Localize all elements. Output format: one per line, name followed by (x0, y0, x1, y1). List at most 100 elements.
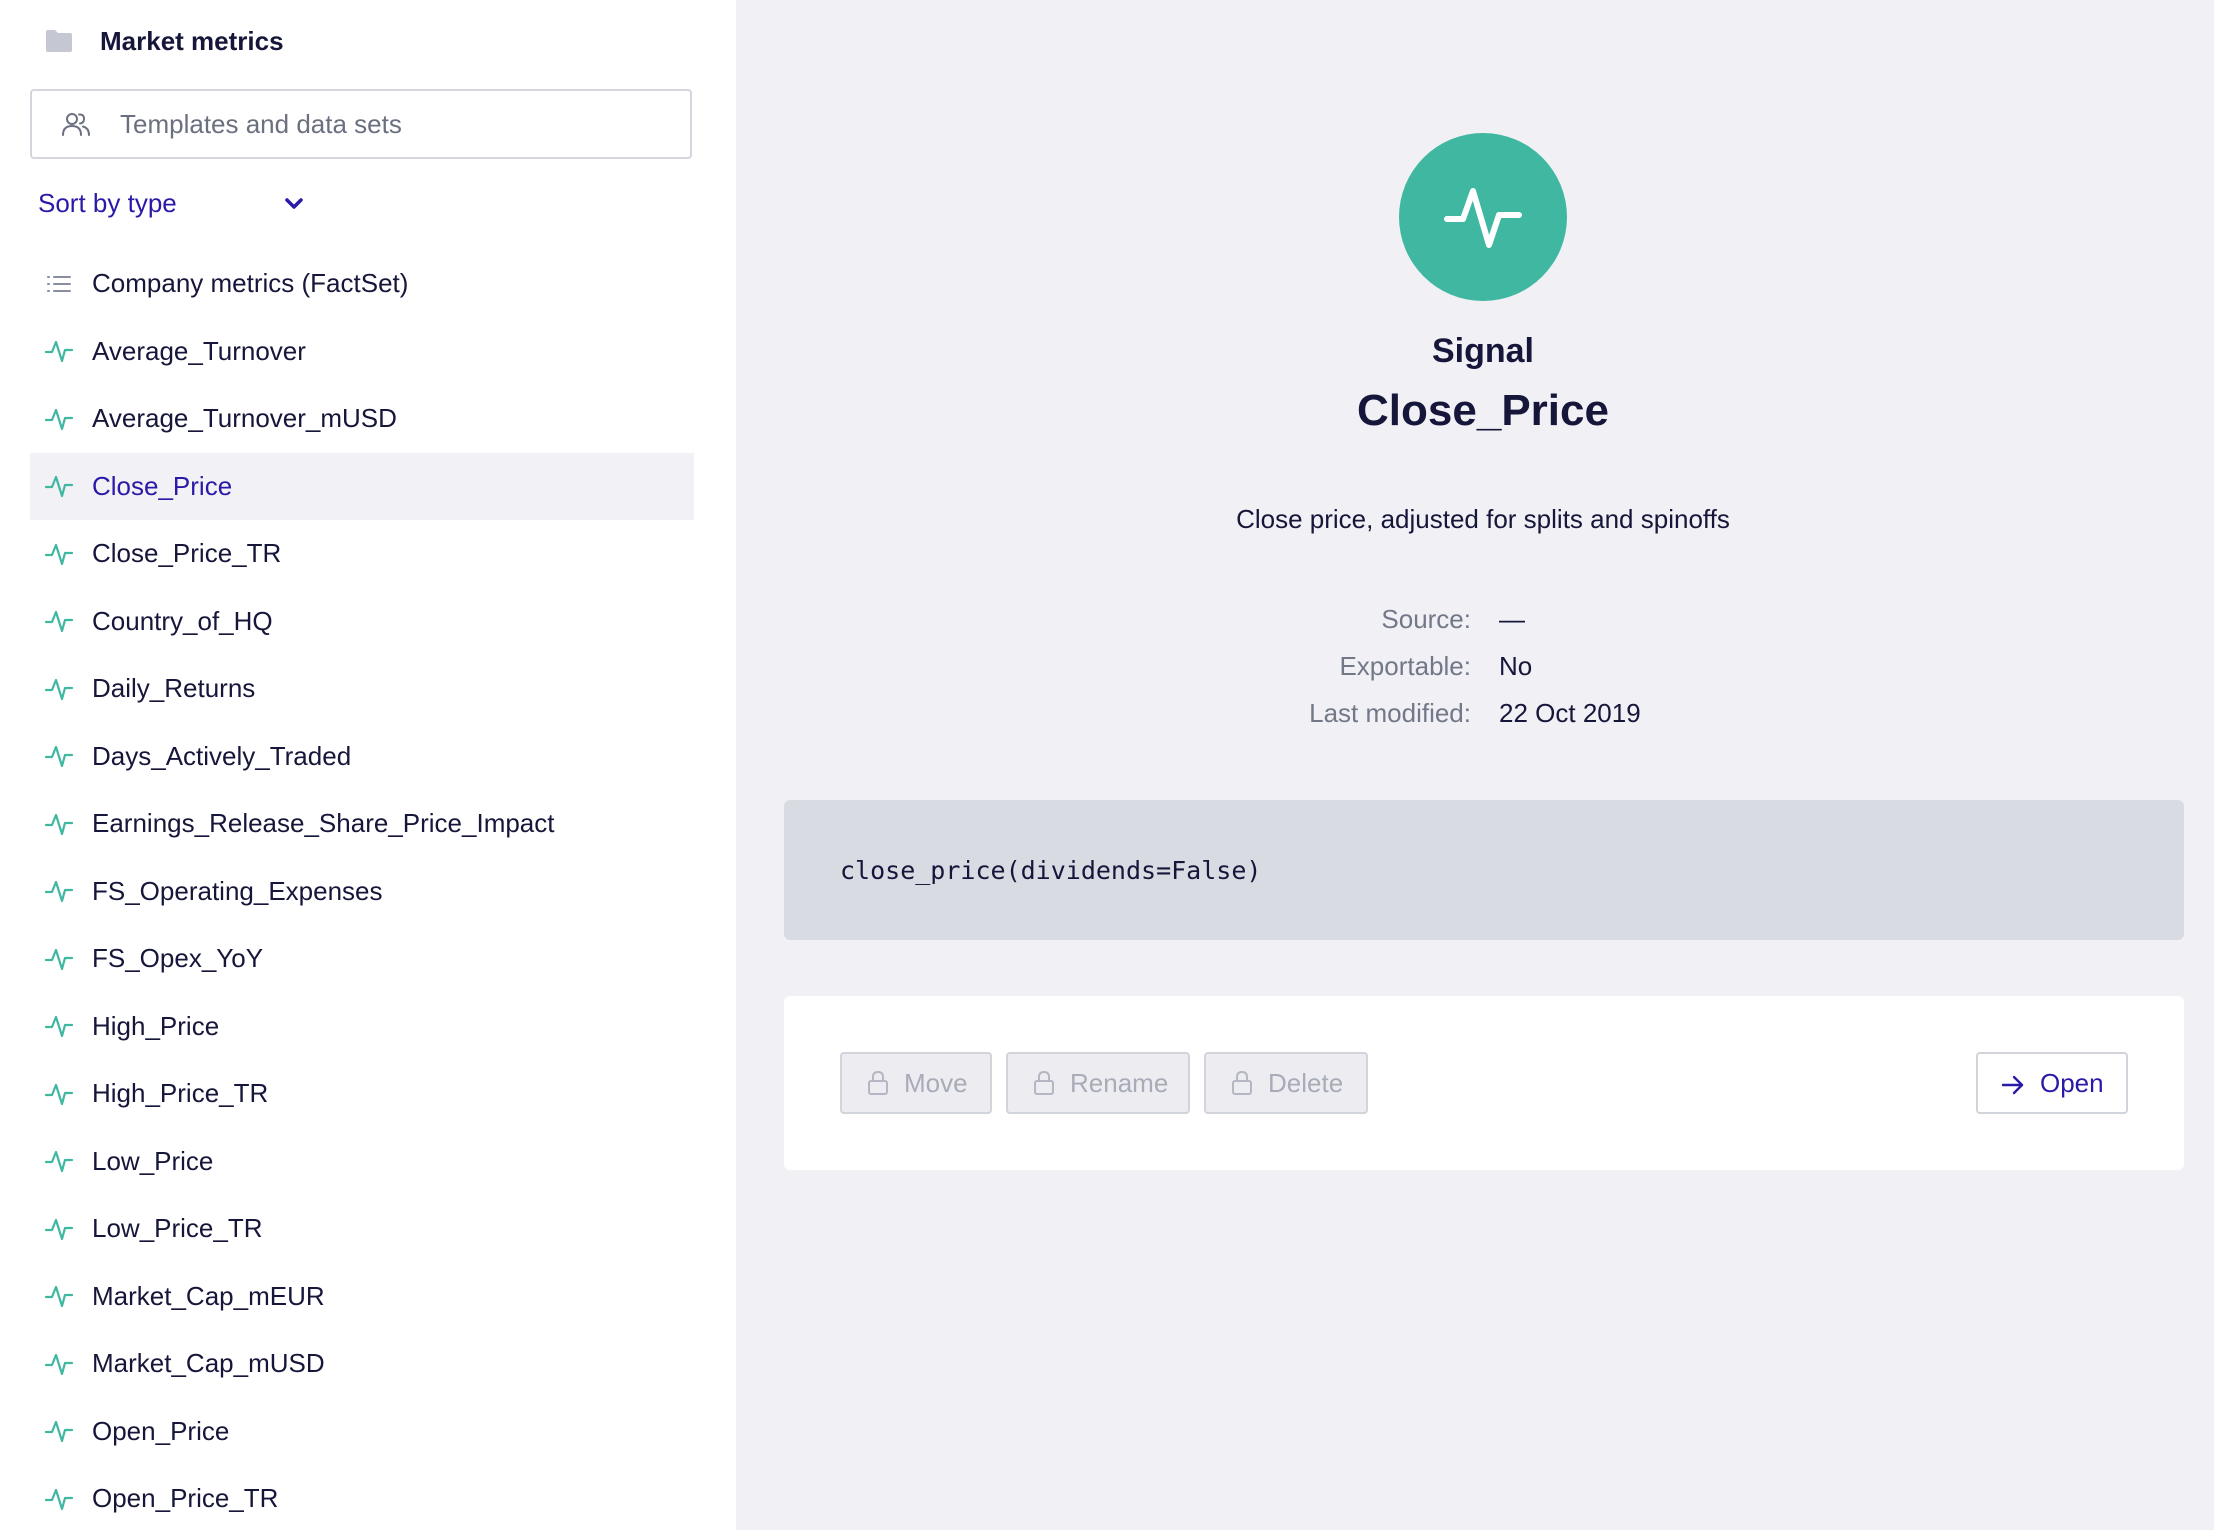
sidebar-item[interactable]: Earnings_Release_Share_Price_Impact (30, 790, 694, 858)
sidebar-item-label: Earnings_Release_Share_Price_Impact (92, 808, 555, 839)
sidebar-item[interactable]: Close_Price_TR (30, 520, 694, 588)
sidebar-item[interactable]: Market_Cap_mEUR (30, 1263, 694, 1331)
sidebar-item[interactable]: Low_Price_TR (30, 1195, 694, 1263)
rename-button[interactable]: Rename (1006, 1052, 1190, 1114)
sidebar-title: Market metrics (100, 25, 284, 56)
actions-panel: Move Rename Delete Open (784, 996, 2184, 1170)
signal-icon (1444, 188, 1522, 248)
sidebar-item[interactable]: Open_Price (30, 1398, 694, 1466)
signal-icon (44, 1485, 74, 1513)
meta-row-source: Source: — (736, 596, 2214, 643)
signal-icon (44, 1417, 74, 1445)
item-title: Close_Price (1357, 386, 1609, 435)
sidebar-item-label: Low_Price (92, 1145, 214, 1176)
sidebar-item[interactable]: Country_of_HQ (30, 588, 694, 656)
sidebar-item[interactable]: Average_Turnover (30, 318, 694, 386)
meta-value: No (1499, 651, 1533, 681)
sidebar-item-label: Average_Turnover (92, 335, 306, 366)
users-icon (60, 110, 92, 138)
move-label: Move (904, 1067, 968, 1098)
lock-icon (866, 1070, 890, 1096)
signal-icon (44, 1012, 74, 1040)
sidebar-item[interactable]: Low_Price (30, 1128, 694, 1196)
sort-label: Sort by type (38, 188, 177, 218)
signal-icon (44, 945, 74, 973)
sidebar-item-label: Open_Price (92, 1415, 230, 1446)
open-label: Open (2040, 1067, 2104, 1098)
sidebar-item-label: Country_of_HQ (92, 605, 273, 636)
meta-row-last-modified: Last modified: 22 Oct 2019 (736, 690, 2214, 737)
search-box[interactable] (30, 89, 692, 159)
sidebar-header: Market metrics (44, 24, 284, 58)
code-block: close_price(dividends=False) (784, 800, 2184, 940)
sidebar-item-label: Close_Price (92, 470, 233, 501)
sidebar-item-label: Open_Price_TR (92, 1483, 279, 1514)
meta-row-exportable: Exportable: No (736, 643, 2214, 690)
open-button[interactable]: Open (1976, 1052, 2128, 1114)
signal-icon (44, 540, 74, 568)
sidebar-item-label: Low_Price_TR (92, 1213, 263, 1244)
item-kind: Signal (1431, 332, 1535, 370)
signal-icon (44, 877, 74, 905)
signal-icon (44, 742, 74, 770)
signal-icon (44, 1080, 74, 1108)
meta-value: 22 Oct 2019 (1499, 698, 1641, 728)
signal-icon (44, 472, 74, 500)
sidebar-item-label: FS_Opex_YoY (92, 943, 264, 974)
sidebar-item[interactable]: High_Price_TR (30, 1060, 694, 1128)
signal-icon (44, 810, 74, 838)
sidebar-item[interactable]: Company metrics (FactSet) (30, 250, 694, 318)
sidebar-item[interactable]: FS_Operating_Expenses (30, 858, 694, 926)
sidebar-item[interactable]: Days_Actively_Traded (30, 723, 694, 791)
folder-icon (44, 28, 74, 54)
item-description: Close price, adjusted for splits and spi… (1236, 504, 1730, 534)
sidebar-item[interactable]: Close_Price (30, 452, 694, 520)
sidebar-item-label: Close_Price_TR (92, 538, 282, 569)
item-list: Company metrics (FactSet) Average_Turnove… (30, 250, 694, 1530)
search-input[interactable] (118, 107, 682, 141)
signal-badge (1399, 133, 1567, 301)
sidebar-item[interactable]: Open_Price_TR (30, 1465, 694, 1530)
signal-icon (44, 1147, 74, 1175)
meta-key: Exportable: (1339, 651, 1471, 681)
sidebar-item[interactable]: FS_Opex_YoY (30, 925, 694, 993)
sidebar-item-label: Market_Cap_mUSD (92, 1348, 325, 1379)
signal-icon (44, 405, 74, 433)
sidebar-item-label: Average_Turnover_mUSD (92, 403, 397, 434)
detail-panel: Signal Close_Price Close price, adjusted… (736, 0, 2214, 1530)
meta-key: Last modified: (1309, 698, 1471, 728)
sidebar-item[interactable]: Average_Turnover_mUSD (30, 385, 694, 453)
meta-value: — (1499, 604, 1525, 634)
arrow-right-icon (2000, 1072, 2026, 1095)
sidebar: Market metrics Sort by type Company (0, 0, 736, 1530)
sidebar-item-label: Company metrics (FactSet) (92, 268, 409, 299)
signal-icon (44, 1282, 74, 1310)
lock-icon (1032, 1070, 1056, 1096)
app-window: Market metrics Sort by type Company (0, 0, 2214, 1530)
sidebar-item-label: High_Price_TR (92, 1078, 269, 1109)
delete-button[interactable]: Delete (1204, 1052, 1368, 1114)
rename-label: Rename (1070, 1067, 1169, 1098)
signal-icon (44, 675, 74, 703)
metadata-list: Source: — Exportable: No Last modified: … (736, 596, 2214, 737)
sidebar-item-label: FS_Operating_Expenses (92, 875, 383, 906)
sidebar-item-label: Market_Cap_mEUR (92, 1280, 325, 1311)
list-icon (44, 270, 74, 298)
sidebar-item-label: Days_Actively_Traded (92, 740, 352, 771)
sidebar-item[interactable]: Daily_Returns (30, 655, 694, 723)
signal-icon (44, 1350, 74, 1378)
move-button[interactable]: Move (840, 1052, 992, 1114)
signal-icon (44, 607, 74, 635)
sidebar-item[interactable]: High_Price (30, 993, 694, 1061)
chevron-down-icon (282, 196, 306, 212)
lock-icon (1230, 1070, 1254, 1096)
sidebar-item-label: Daily_Returns (92, 673, 256, 704)
code-text: close_price(dividends=False) (840, 855, 1262, 885)
signal-icon (44, 337, 74, 365)
sidebar-item-label: High_Price (92, 1010, 220, 1041)
meta-key: Source: (1381, 604, 1471, 634)
signal-icon (44, 1215, 74, 1243)
sort-dropdown[interactable]: Sort by type (38, 188, 306, 219)
delete-label: Delete (1268, 1067, 1344, 1098)
sidebar-item[interactable]: Market_Cap_mUSD (30, 1330, 694, 1398)
